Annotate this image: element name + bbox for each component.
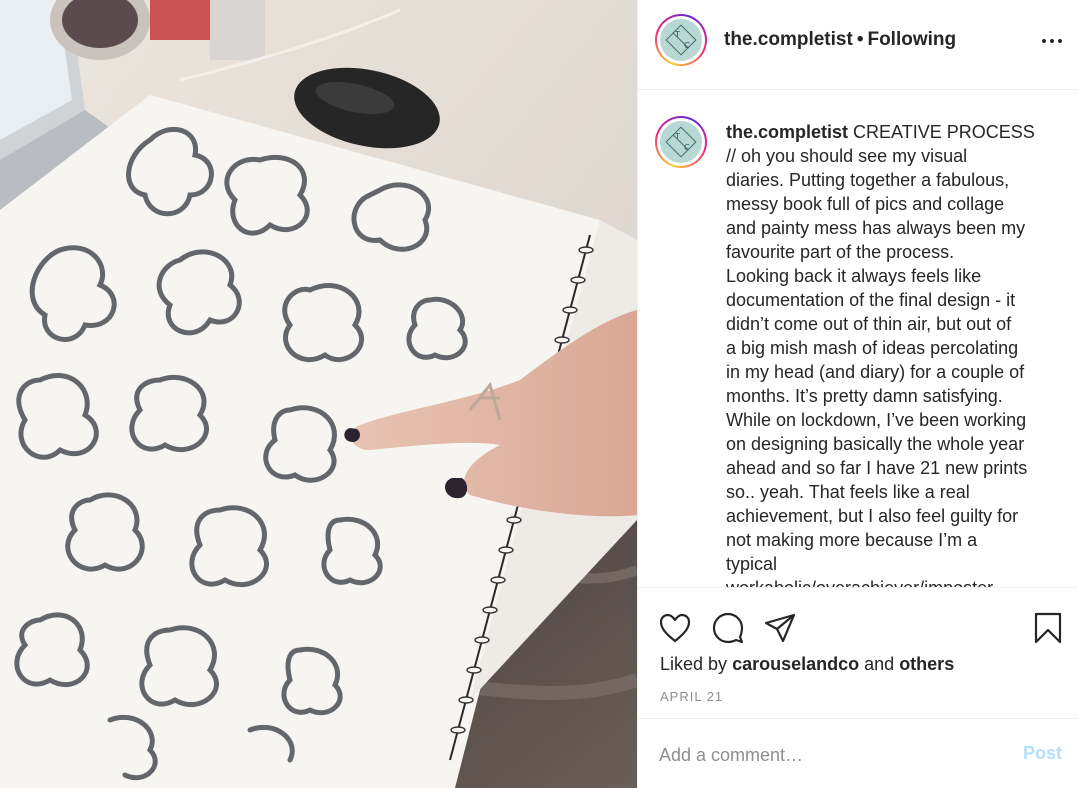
caption-line: messy book full of pics and collage [726, 194, 1005, 214]
save-button[interactable] [1030, 610, 1066, 646]
bookmark-icon [1034, 612, 1062, 644]
caption-avatar[interactable]: T C [655, 116, 707, 168]
caption-line: Looking back it always feels like [726, 266, 982, 286]
avatar[interactable]: T C [655, 14, 707, 66]
comment-button[interactable] [710, 610, 746, 646]
share-button[interactable] [762, 610, 798, 646]
comment-bar: Post [638, 719, 1078, 788]
separator-dot: • [856, 29, 864, 50]
paper-plane-icon [764, 613, 796, 643]
caption-line: CREATIVE PROCESS [853, 122, 1035, 142]
caption-line: months. It’s pretty damn satisfying. [726, 386, 1003, 406]
caption-line: on designing basically the whole year [726, 434, 1025, 454]
post-actions: Liked by carouselandco and others APRIL … [638, 587, 1078, 719]
avatar-image: T C [660, 19, 702, 61]
post-comment-button[interactable]: Post [1023, 743, 1062, 764]
comment-bubble-icon [712, 612, 744, 644]
header-title: the.completist • Following [724, 29, 956, 51]
more-options-icon[interactable] [1039, 28, 1065, 54]
caption-text: the.completist CREATIVE PROCESS // oh you… [726, 120, 1071, 587]
likes-summary: Liked by carouselandco and others [660, 654, 954, 675]
liked-by-user-link[interactable]: carouselandco [732, 654, 859, 674]
comment-input[interactable] [659, 739, 999, 771]
heart-icon [659, 613, 691, 643]
caption-line: achievement, but I also feel guilty for [726, 506, 1019, 526]
caption-line: in my head (and diary) for a couple of [726, 362, 1025, 382]
caption-line: // oh you should see my visual [726, 146, 968, 166]
post-photo[interactable] [0, 0, 637, 788]
post-date[interactable]: APRIL 21 [660, 689, 723, 704]
caption-line: and painty mess has always been my [726, 218, 1026, 238]
caption-line: so.. yeah. That feels like a real [726, 482, 970, 502]
caption-line: didn’t come out of thin air, but out of [726, 314, 1012, 334]
caption-line: a big mish mash of ideas percolating [726, 338, 1019, 358]
caption-username-link[interactable]: the.completist [726, 122, 848, 142]
avatar-monogram-c: C [684, 143, 690, 152]
caption-line: workaholic/overachiever/imposter [726, 578, 993, 587]
post-detail-panel: T C the.completist • Following T C the.com… [637, 0, 1078, 788]
caption-line: not making more because I’m a [726, 530, 978, 550]
liked-by-label: Liked by [660, 654, 728, 674]
following-button[interactable]: Following [867, 29, 956, 50]
like-button[interactable] [657, 610, 693, 646]
caption-line: ahead and so far I have 21 new prints [726, 458, 1028, 478]
liked-by-joiner: and [864, 654, 895, 674]
caption-area: T C the.completist CREATIVE PROCESS // oh… [638, 90, 1078, 587]
caption-line: favourite part of the process. [726, 242, 955, 262]
username-link[interactable]: the.completist [724, 29, 853, 50]
post-header: T C the.completist • Following [638, 0, 1078, 90]
sketchbook-photo [0, 0, 637, 788]
avatar-monogram-t: T [675, 132, 680, 141]
avatar-monogram-t: T [675, 30, 680, 39]
caption-line: typical [726, 554, 778, 574]
caption-line: While on lockdown, I’ve been working [726, 410, 1027, 430]
caption-line: documentation of the final design - it [726, 290, 1016, 310]
avatar-image: T C [660, 121, 702, 163]
liked-by-others-link[interactable]: others [899, 654, 954, 674]
avatar-monogram-c: C [684, 41, 690, 50]
caption-line: diaries. Putting together a fabulous, [726, 170, 1010, 190]
